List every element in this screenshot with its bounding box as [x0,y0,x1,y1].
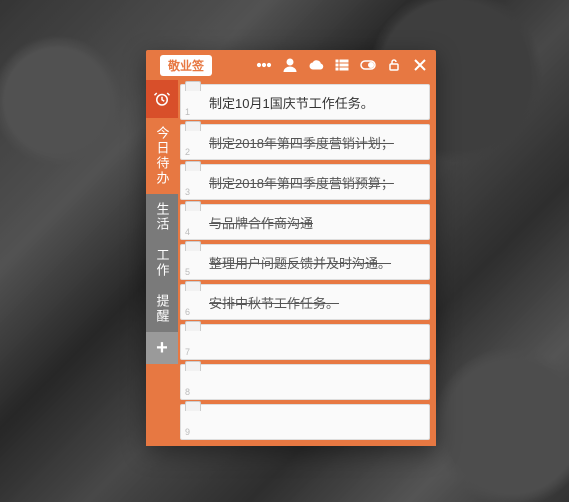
task-number: 3 [185,187,190,197]
task-list: 1 制定10月1国庆节工作任务。 2 制定2018年第四季度营销计划； 3 制定2018年… [178,80,436,446]
user-icon[interactable] [282,57,298,73]
clip-icon [185,161,201,171]
list-icon[interactable] [334,57,350,73]
task-row[interactable]: 7 [180,324,430,360]
task-number: 2 [185,147,190,157]
unlock-icon[interactable] [386,57,402,73]
sidebar-item-label: 工作 [153,248,172,278]
sidebar-item-label: 提醒 [153,294,172,324]
sidebar-item-1[interactable]: 生活 [146,194,178,240]
sidebar-item-2[interactable]: 工作 [146,240,178,286]
task-text: 制定2018年第四季度营销预算； [209,173,394,192]
clip-icon [185,241,201,251]
task-number: 4 [185,227,190,237]
sidebar-item-label: 今日待办 [153,126,172,186]
clip-icon [185,121,201,131]
task-number: 7 [185,347,190,357]
task-row[interactable]: 6 安排中秋节工作任务。 [180,284,430,320]
task-row[interactable]: 5 整理用户问题反馈并及时沟通。 [180,244,430,280]
alarm-icon[interactable] [146,80,178,118]
task-number: 5 [185,267,190,277]
task-number: 8 [185,387,190,397]
clip-icon [185,201,201,211]
task-row[interactable]: 9 [180,404,430,440]
sidebar: 今日待办生活工作提醒 + [146,80,178,446]
task-row[interactable]: 8 [180,364,430,400]
sidebar-item-label: 生活 [153,202,172,232]
task-number: 6 [185,307,190,317]
add-category-button[interactable]: + [146,332,178,364]
task-text: 制定10月1国庆节工作任务。 [209,93,374,112]
sidebar-item-3[interactable]: 提醒 [146,286,178,332]
clip-icon [185,81,201,91]
task-row[interactable]: 4 与品牌合作商沟通 [180,204,430,240]
task-text: 与品牌合作商沟通 [209,213,313,232]
brand-pill[interactable]: 敬业签 [160,55,212,76]
toggle-icon[interactable] [360,57,376,73]
sidebar-item-0[interactable]: 今日待办 [146,118,178,194]
task-text: 安排中秋节工作任务。 [209,293,339,312]
cloud-icon[interactable] [308,57,324,73]
app-window: 敬业签 今日待办生活工作提醒 + 1 制定10月1国庆节工作任务。 2 制定2018年… [146,50,436,446]
clip-icon [185,361,201,371]
more-icon[interactable] [256,57,272,73]
clip-icon [185,401,201,411]
app-body: 今日待办生活工作提醒 + 1 制定10月1国庆节工作任务。 2 制定2018年第四季度… [146,80,436,446]
clip-icon [185,281,201,291]
task-row[interactable]: 3 制定2018年第四季度营销预算； [180,164,430,200]
task-text: 制定2018年第四季度营销计划； [209,133,394,152]
task-text: 整理用户问题反馈并及时沟通。 [209,253,391,272]
task-number: 1 [185,107,190,117]
header-bar: 敬业签 [146,50,436,80]
clip-icon [185,321,201,331]
close-icon[interactable] [412,57,428,73]
task-number: 9 [185,427,190,437]
task-row[interactable]: 1 制定10月1国庆节工作任务。 [180,84,430,120]
task-row[interactable]: 2 制定2018年第四季度营销计划； [180,124,430,160]
